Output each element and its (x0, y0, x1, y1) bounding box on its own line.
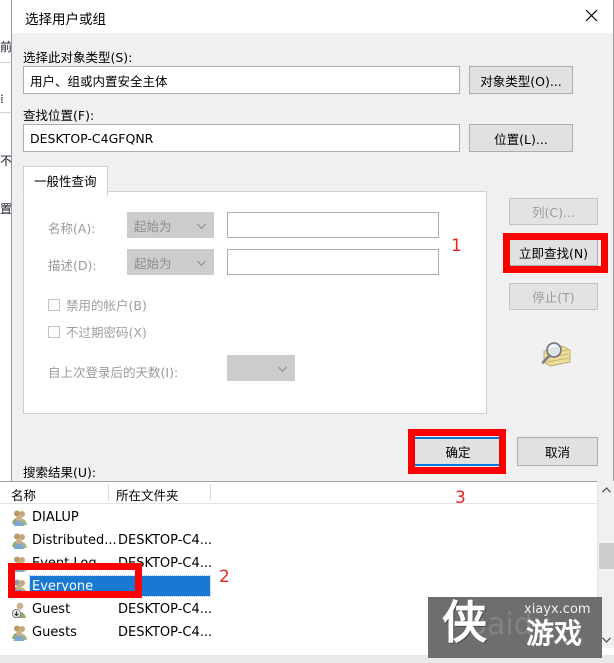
non-expiring-password-checkbox[interactable]: 不过期密码(X) (48, 322, 147, 341)
list-item-name: Guest (32, 602, 71, 617)
name-operator-select[interactable]: 起始为 (127, 212, 214, 238)
cancel-button[interactable]: 取消 (517, 437, 598, 466)
list-item-name: DIALUP (32, 510, 79, 525)
columns-button[interactable]: 列(C)... (509, 198, 598, 225)
list-item-name: Guests (32, 625, 77, 640)
common-queries-panel: 名称(A): 起始为 描述(D): 起始为 禁用的帐户(B) 不过期密码(X) … (23, 191, 487, 414)
annotation-step-2: 2 (219, 567, 230, 587)
group-icon (11, 578, 29, 595)
close-icon[interactable] (569, 0, 613, 31)
annotation-step-3: 3 (455, 488, 466, 508)
list-item-folder: DESKTOP-C4... (118, 533, 213, 548)
stop-button[interactable]: 停止(T) (509, 283, 598, 310)
list-item[interactable]: Distributed... DESKTOP-C4... (0, 529, 603, 552)
dialog-titlebar: 选择用户或组 (12, 0, 613, 33)
chevron-down-icon (278, 361, 287, 376)
scrollbar-thumb[interactable] (599, 543, 614, 569)
column-divider-1[interactable] (108, 484, 109, 501)
description-value-input[interactable] (227, 249, 439, 275)
days-since-logon-label: 自上次登录后的天数(I): (48, 365, 179, 380)
group-icon (11, 555, 29, 572)
description-operator-value: 起始为 (134, 255, 172, 271)
chevron-up-icon[interactable] (598, 481, 614, 498)
magnifier-folder-icon (536, 337, 576, 371)
screen: 前 ⁞ 不 置 选择用户或组 选择此对象类型(S): 用户、组或内置安全主体 对… (0, 0, 614, 663)
locations-button[interactable]: 位置(L)... (469, 124, 573, 152)
object-type-input[interactable]: 用户、组或内置安全主体 (23, 66, 460, 94)
checkbox-box (48, 325, 60, 338)
disabled-user-icon (11, 601, 29, 619)
column-header-folder[interactable]: 所在文件夹 (116, 485, 179, 504)
description-label: 描述(D): (48, 258, 97, 273)
chevron-down-icon (197, 218, 206, 233)
chevron-down-icon (197, 255, 206, 270)
list-item-name: Distributed... (32, 533, 117, 548)
list-item-folder: DESKTOP-C4... (118, 625, 213, 640)
results-label: 搜索结果(U): (23, 465, 97, 480)
column-header-name[interactable]: 名称 (11, 485, 36, 504)
non-expiring-password-label: 不过期密码(X) (66, 325, 147, 340)
annotation-step-1: 1 (451, 236, 462, 256)
location-label: 查找位置(F): (23, 108, 95, 123)
name-value-input[interactable] (227, 212, 439, 238)
watermark-logo-secondary: 游戏 (526, 617, 583, 650)
group-icon (11, 624, 29, 641)
disabled-accounts-checkbox[interactable]: 禁用的帐户(B) (48, 295, 147, 314)
description-operator-select[interactable]: 起始为 (127, 249, 214, 275)
object-type-label: 选择此对象类型(S): (23, 50, 133, 65)
list-item[interactable]: Event Log DESKTOP-C4... (0, 552, 603, 575)
checkbox-box (48, 298, 60, 311)
list-item-selected[interactable]: Everyone (0, 575, 603, 598)
column-divider-2[interactable] (210, 484, 211, 501)
group-icon (11, 509, 29, 526)
watermark-site: xiayx.com (524, 602, 591, 617)
list-item-name: Event Log (32, 556, 97, 571)
list-item-name: Everyone (32, 579, 94, 594)
days-since-logon-select[interactable] (227, 355, 295, 381)
dialog-title: 选择用户或组 (25, 12, 106, 28)
name-operator-value: 起始为 (134, 218, 172, 234)
watermark-logo-primary: 侠 (442, 597, 488, 649)
group-icon (11, 532, 29, 549)
list-item[interactable]: DIALUP (0, 506, 603, 529)
query-tabstrip: 一般性查询 (23, 166, 487, 196)
name-label: 名称(A): (48, 221, 96, 236)
watermark: baidu 侠 xiayx.com 游戏 (428, 597, 602, 658)
list-header: 名称 所在文件夹 (0, 482, 603, 504)
list-item-folder: DESKTOP-C4... (118, 602, 213, 617)
tab-common-queries[interactable]: 一般性查询 (23, 166, 108, 196)
object-types-button[interactable]: 对象类型(O)... (469, 66, 573, 94)
location-input[interactable]: DESKTOP-C4GFQNR (23, 124, 460, 152)
find-now-button[interactable]: 立即查找(N) (509, 239, 598, 266)
ok-button[interactable]: 确定 (412, 437, 504, 466)
list-item-folder: DESKTOP-C4... (118, 556, 213, 571)
disabled-accounts-label: 禁用的帐户(B) (66, 298, 147, 313)
